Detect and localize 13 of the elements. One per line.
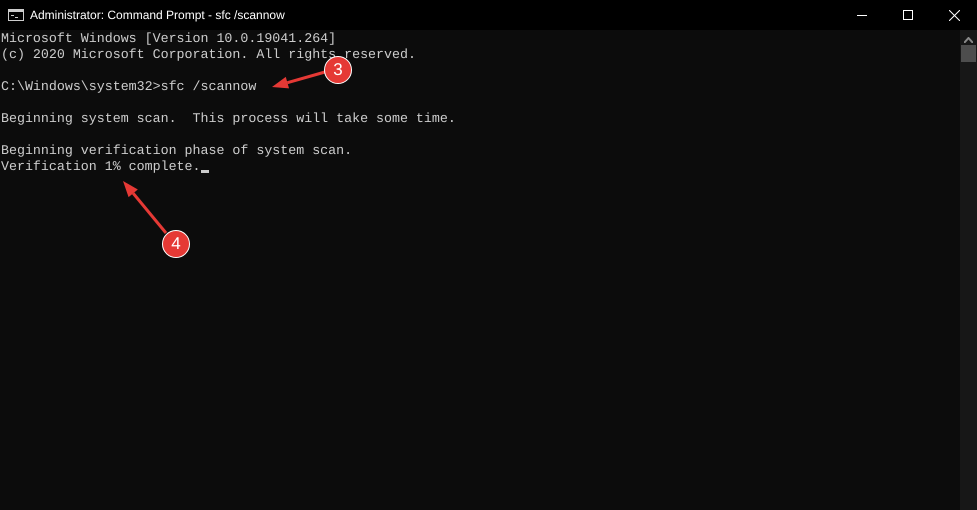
console-line: Verification 1% complete. xyxy=(1,159,200,175)
scroll-up-icon[interactable] xyxy=(964,37,973,43)
scrollbar[interactable] xyxy=(960,30,977,510)
window-title: Administrator: Command Prompt - sfc /scannow xyxy=(30,8,285,22)
console-line: Beginning verification phase of system scan. xyxy=(1,143,352,159)
scroll-thumb[interactable] xyxy=(961,45,976,62)
close-icon xyxy=(948,10,960,20)
console-icon xyxy=(8,9,24,21)
maximize-icon xyxy=(903,10,913,20)
console-line: Microsoft Windows [Version 10.0.19041.264] xyxy=(1,31,336,47)
step-badge: 4 xyxy=(162,230,190,258)
console-line: C:\Windows\system32>sfc /scannow xyxy=(1,79,256,95)
console-line: Beginning system scan. This process will take some time. xyxy=(1,111,456,127)
